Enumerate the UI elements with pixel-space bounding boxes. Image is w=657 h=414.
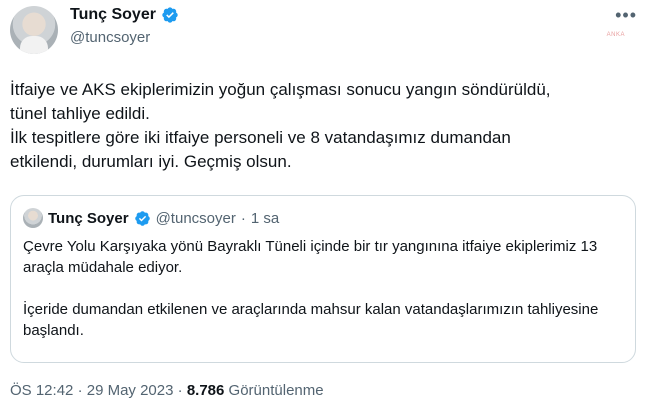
quoted-tweet-time: 1 sa <box>250 209 280 227</box>
tweet-line: İlk tespitlere göre iki itfaiye personel… <box>10 128 511 147</box>
tweet-text: İtfaiye ve AKS ekiplerimizin yoğun çalış… <box>10 78 650 174</box>
more-options-icon[interactable]: ••• <box>615 6 637 24</box>
quoted-author-name: Tunç Soyer <box>48 209 129 227</box>
view-count: 8.786 <box>186 382 225 399</box>
view-label: Görüntülenme <box>228 382 324 399</box>
quoted-tweet-text: Çevre Yolu Karşıyaka yönü Bayraklı Tünel… <box>23 236 623 341</box>
separator-dot: · <box>77 382 83 399</box>
author-handle[interactable]: @tuncsoyer <box>70 29 150 46</box>
separator-dot: · <box>240 209 246 227</box>
author-name-row: Tunç Soyer <box>70 6 179 24</box>
quoted-paragraph: Çevre Yolu Karşıyaka yönü Bayraklı Tünel… <box>23 238 598 276</box>
tweet-time[interactable]: ÖS 12:42 <box>10 382 73 399</box>
separator-dot: · <box>177 382 183 399</box>
tweet-meta: ÖS 12:42 · 29 May 2023 · 8.786 Görüntüle… <box>10 382 324 399</box>
quoted-author-avatar <box>23 208 43 228</box>
quoted-tweet-header: Tunç Soyer @tuncsoyer · 1 sa <box>23 208 279 228</box>
watermark-logo: ANKA <box>606 32 625 38</box>
tweet-date[interactable]: 29 May 2023 <box>87 382 174 399</box>
quoted-author-handle: @tuncsoyer <box>155 209 236 227</box>
tweet-header: Tunç Soyer @tuncsoyer ••• ANKA <box>10 4 647 54</box>
quoted-tweet[interactable]: Tunç Soyer @tuncsoyer · 1 sa Çevre Yolu … <box>10 195 636 363</box>
verified-badge-icon <box>162 7 178 23</box>
verified-badge-icon <box>134 210 150 226</box>
author-name[interactable]: Tunç Soyer <box>70 6 156 24</box>
author-avatar[interactable] <box>10 6 58 54</box>
quoted-paragraph: İçeride dumandan etkilenen ve araçlarınd… <box>23 301 599 339</box>
tweet-line: İtfaiye ve AKS ekiplerimizin yoğun çalış… <box>10 80 551 99</box>
tweet-line: etkilendi, durumları iyi. Geçmiş olsun. <box>10 152 292 171</box>
tweet-line: tünel tahliye edildi. <box>10 104 150 123</box>
